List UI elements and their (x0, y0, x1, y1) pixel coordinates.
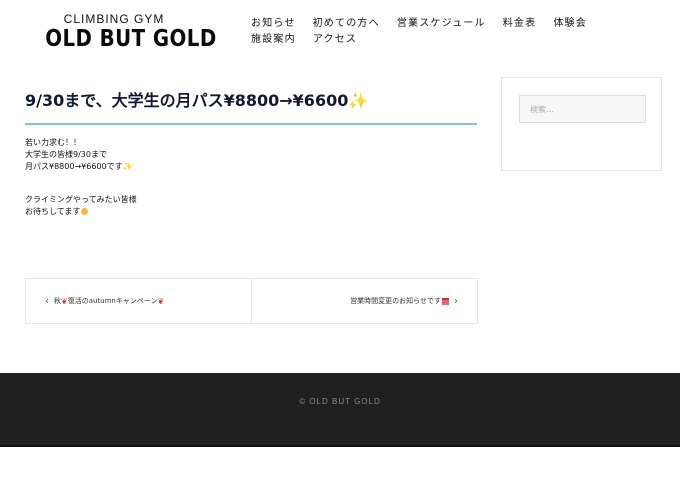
nav-item-trial[interactable]: 体験会 (553, 16, 587, 32)
post-navigation: ‹ 秋 ❦ 復活のautumnキャンペーン ❦ 営業時間変更のお知らせです › (25, 278, 478, 324)
sparkles-icon: ✨ (348, 91, 369, 110)
next-post-link[interactable]: 営業時間変更のお知らせです › (252, 279, 477, 323)
previous-post-title: 復活のautumnキャンペーン (67, 297, 158, 305)
search-input[interactable] (519, 95, 646, 123)
title-divider (25, 123, 477, 125)
logo-subtitle: CLIMBING GYM (63, 12, 165, 26)
maple-leaf-icon: ❦ (157, 296, 165, 306)
post-paragraph-1: 若い力求む！！ 大学生の皆様9/30まで 月パス¥8800→¥6600です✨ (25, 137, 477, 173)
post-line: お待ちしてます (25, 206, 477, 218)
site-logo[interactable]: CLIMBING GYM OLD BUT GOLD (34, 12, 217, 52)
sidebar-search-widget (501, 77, 662, 171)
post-line-text: 月パス¥8800→¥6600です (25, 162, 123, 171)
nav-item-first-time[interactable]: 初めての方へ (313, 16, 380, 32)
nav-item-facility[interactable]: 施設案内 (251, 32, 296, 48)
nav-item-schedule[interactable]: 営業スケジュール (397, 16, 486, 32)
smiling-face-icon (81, 208, 89, 215)
post-line: 若い力求む！！ (25, 138, 81, 147)
nav-item-access[interactable]: アクセス (313, 32, 357, 48)
post-title-text: 9/30まで、大学生の月パス¥8800→¥6600 (25, 91, 349, 110)
nav-item-news[interactable]: お知らせ (251, 16, 296, 32)
post-paragraph-2: クライミングやってみたい皆様 お待ちしてます (25, 194, 477, 218)
previous-post-prefix: 秋 (54, 297, 61, 305)
previous-post-link[interactable]: ‹ 秋 ❦ 復活のautumnキャンペーン ❦ (26, 279, 252, 323)
chevron-right-icon: › (454, 295, 458, 307)
site-footer: © OLD BUT GOLD (0, 373, 680, 447)
chevron-left-icon: ‹ (45, 295, 49, 307)
post-line: クライミングやってみたい皆様 (25, 195, 137, 204)
nav-item-pricing[interactable]: 料金表 (503, 16, 537, 32)
calendar-icon (442, 297, 449, 305)
maple-leaf-icon: ❦ (61, 296, 68, 306)
sparkles-icon: ✨ (122, 162, 133, 171)
post-line-text: お待ちしてます (25, 207, 81, 216)
post-line: 月パス¥8800→¥6600です✨ (25, 161, 477, 173)
next-post-title: 営業時間変更のお知らせです (350, 297, 441, 305)
logo-title: OLD BUT GOLD (45, 26, 217, 52)
copyright-text: © OLD BUT GOLD (299, 397, 381, 406)
post-title: 9/30まで、大学生の月パス¥8800→¥6600✨ (25, 90, 477, 112)
main-nav: お知らせ 初めての方へ 営業スケジュール 料金表 体験会 施設案内 アクセス (251, 16, 661, 48)
post-line: 大学生の皆様9/30まで (25, 150, 107, 159)
